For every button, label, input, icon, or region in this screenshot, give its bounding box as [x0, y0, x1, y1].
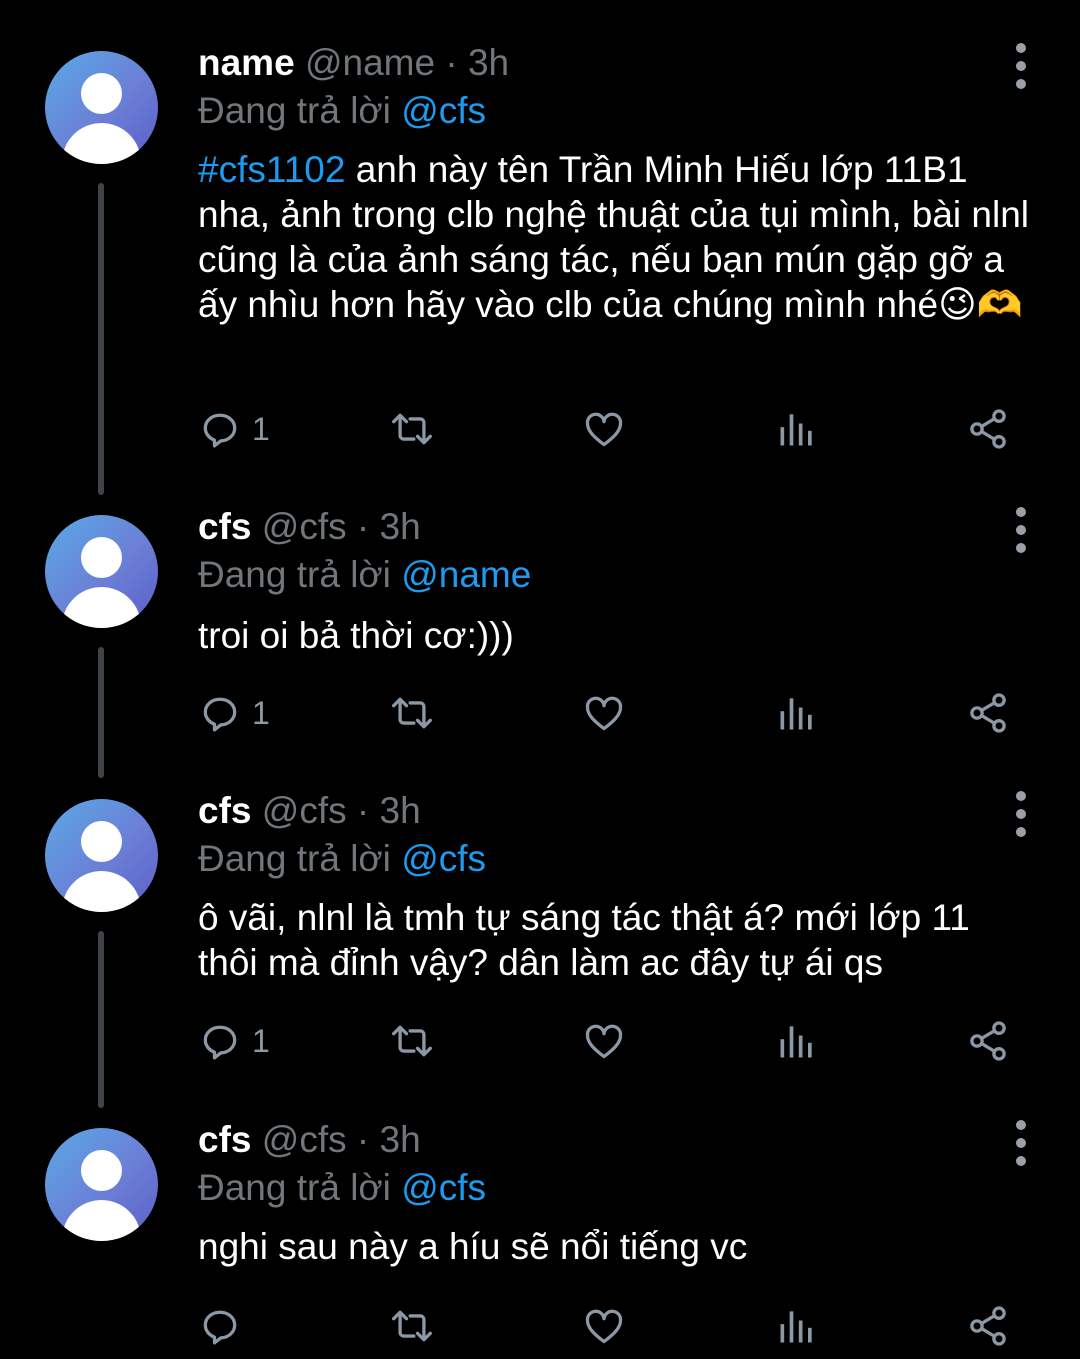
action-bar: 1 [0, 404, 1080, 454]
display-name[interactable]: name [198, 42, 295, 83]
share-icon [970, 1306, 1006, 1346]
replying-to-label: Đang trả lời [198, 554, 391, 595]
share-button[interactable] [966, 1301, 1010, 1351]
analytics-icon [780, 414, 812, 446]
reply-bubble-icon [203, 1310, 237, 1345]
timestamp: · 3h [356, 506, 421, 547]
display-name[interactable]: cfs [198, 1119, 251, 1160]
share-icon [970, 1021, 1006, 1061]
reply-bubble-icon [203, 413, 237, 448]
replying-to-handle[interactable]: @cfs [401, 90, 486, 131]
reply-button[interactable]: 1 [198, 688, 270, 738]
timestamp: · 3h [356, 1119, 421, 1160]
avatar[interactable] [45, 799, 158, 912]
share-icon [970, 409, 1006, 449]
analytics-icon [780, 1311, 812, 1343]
more-vertical-icon[interactable] [1008, 1120, 1034, 1166]
timestamp: · 3h [445, 42, 510, 83]
share-icon [970, 693, 1006, 733]
reply-button[interactable]: 1 [198, 404, 270, 454]
replying-to-label: Đang trả lời [198, 90, 391, 131]
reply-bubble-icon [203, 697, 237, 732]
replying-to-handle[interactable]: @cfs [401, 1167, 486, 1208]
analytics-icon [780, 698, 812, 730]
reply-button[interactable]: 1 [198, 1016, 270, 1066]
handle[interactable]: @cfs [262, 506, 347, 547]
reply-count: 1 [252, 410, 270, 447]
handle[interactable]: @name [305, 42, 435, 83]
retweet-icon [392, 413, 432, 445]
retweet-icon [392, 1025, 432, 1057]
like-button[interactable] [582, 1016, 626, 1066]
more-vertical-icon[interactable] [1008, 507, 1034, 553]
tweet-text: troi oi bả thời cơ:))) [198, 615, 514, 656]
share-button[interactable] [966, 404, 1010, 454]
views-button[interactable] [775, 1301, 819, 1351]
share-button[interactable] [966, 1016, 1010, 1066]
display-name[interactable]: cfs [198, 506, 251, 547]
avatar[interactable] [45, 1128, 158, 1241]
tweet-header: cfs @cfs · 3h [198, 505, 421, 549]
retweet-button[interactable] [387, 1301, 437, 1351]
replying-to: Đang trả lời @cfs [198, 837, 486, 881]
reply-button[interactable] [198, 1301, 252, 1351]
action-bar: 1 [0, 1016, 1080, 1066]
like-button[interactable] [582, 404, 626, 454]
replying-to-handle[interactable]: @name [401, 554, 531, 595]
analytics-icon [780, 1026, 812, 1058]
retweet-button[interactable] [387, 404, 437, 454]
avatar[interactable] [45, 51, 158, 164]
display-name[interactable]: cfs [198, 790, 251, 831]
tweet-text: nghi sau này a híu sẽ nổi tiếng vc [198, 1226, 748, 1267]
like-button[interactable] [582, 688, 626, 738]
retweet-icon [392, 1310, 432, 1342]
replying-to: Đang trả lời @name [198, 553, 531, 597]
tweet-header: cfs @cfs · 3h [198, 789, 421, 833]
views-button[interactable] [775, 1016, 819, 1066]
tweet-header: name @name · 3h [198, 41, 509, 85]
retweet-button[interactable] [387, 688, 437, 738]
more-vertical-icon[interactable] [1008, 791, 1034, 837]
heart-icon [585, 1024, 623, 1059]
like-button[interactable] [582, 1301, 626, 1351]
tweet-text: #cfs1102 anh này tên Trần Minh Hiếu lớp … [198, 147, 1038, 327]
reply-count: 1 [252, 694, 270, 731]
action-bar [0, 1301, 1080, 1351]
tweet-header: cfs @cfs · 3h [198, 1118, 421, 1162]
heart-icon [585, 696, 623, 731]
views-button[interactable] [775, 404, 819, 454]
heart-icon [585, 1309, 623, 1344]
hashtag-link[interactable]: #cfs1102 [198, 149, 345, 190]
tweet-text: ô vãi, nlnl là tmh tự sáng tác thật á? m… [198, 897, 970, 983]
handle[interactable]: @cfs [262, 1119, 347, 1160]
reply-count: 1 [252, 1022, 270, 1059]
more-vertical-icon[interactable] [1008, 43, 1034, 89]
replying-to: Đang trả lời @cfs [198, 1166, 486, 1210]
timestamp: · 3h [356, 790, 421, 831]
replying-to: Đang trả lời @cfs [198, 89, 486, 133]
reply-bubble-icon [203, 1025, 237, 1060]
heart-icon [585, 412, 623, 447]
replying-to-label: Đang trả lời [198, 1167, 391, 1208]
retweet-icon [392, 697, 432, 729]
share-button[interactable] [966, 688, 1010, 738]
action-bar: 1 [0, 688, 1080, 738]
avatar[interactable] [45, 515, 158, 628]
handle[interactable]: @cfs [262, 790, 347, 831]
replying-to-handle[interactable]: @cfs [401, 838, 486, 879]
views-button[interactable] [775, 688, 819, 738]
retweet-button[interactable] [387, 1016, 437, 1066]
replying-to-label: Đang trả lời [198, 838, 391, 879]
